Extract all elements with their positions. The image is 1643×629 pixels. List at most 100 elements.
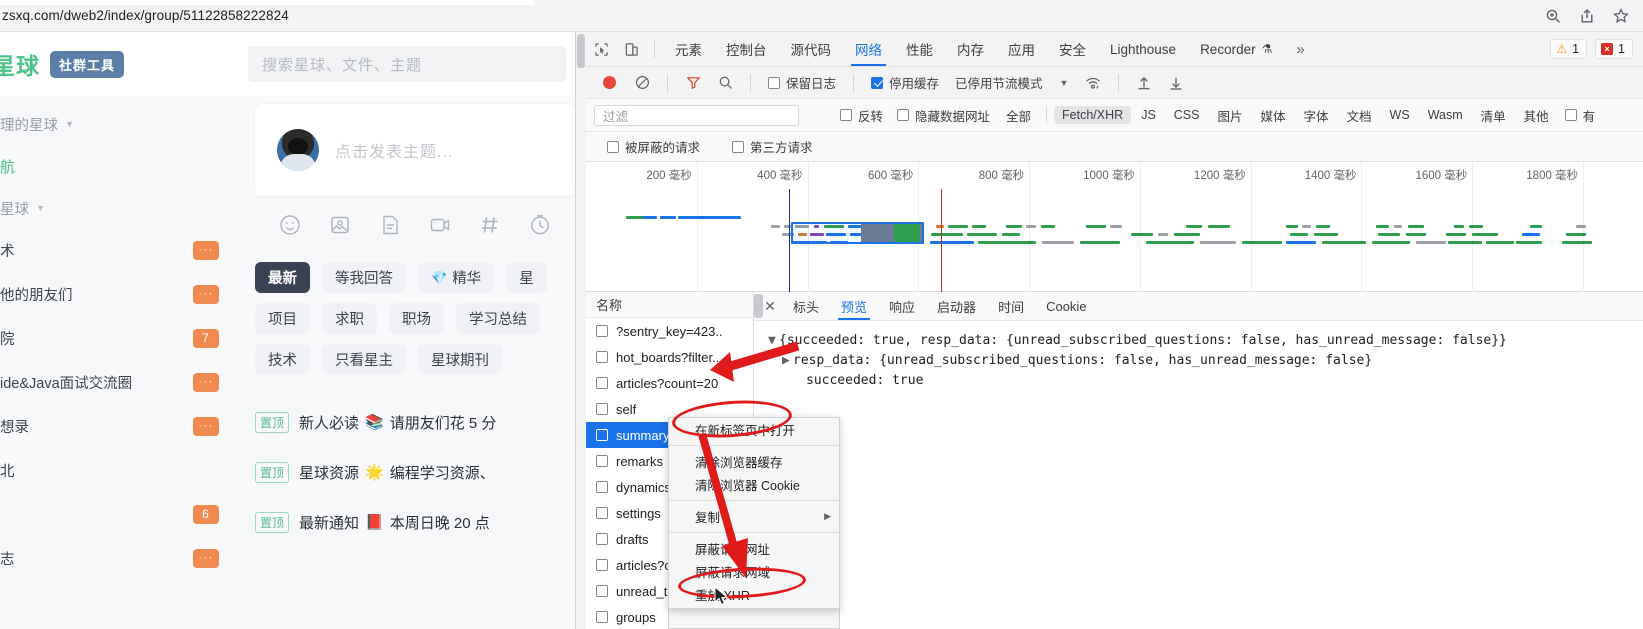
content-tab[interactable]: 最新 xyxy=(255,262,310,293)
export-har-icon[interactable] xyxy=(1161,69,1191,97)
network-filter-input[interactable]: 过滤 xyxy=(594,104,799,126)
sidebar-item[interactable]: 他的朋友们 ··· xyxy=(0,272,237,316)
search-icon[interactable] xyxy=(710,69,740,97)
content-tab[interactable]: 星 xyxy=(506,262,547,293)
bookmark-star-icon[interactable] xyxy=(1613,7,1629,24)
resource-type-filter[interactable]: JS xyxy=(1133,106,1164,124)
request-row[interactable]: hot_boards?filter.. xyxy=(586,344,753,370)
sidebar-group-title[interactable]: 理的星球 ▼ xyxy=(0,104,237,144)
has-blocked-checkbox[interactable]: 有 xyxy=(1558,106,1603,125)
resource-type-filter[interactable]: CSS xyxy=(1166,106,1208,124)
sidebar-item[interactable]: 术 ··· xyxy=(0,228,237,272)
context-menu-item[interactable]: 清除浏览器 Cookie xyxy=(669,473,839,496)
clock-icon[interactable] xyxy=(529,214,551,236)
post-list-item[interactable]: 置顶 星球资源 🌟 编程学习资源、 xyxy=(255,447,575,497)
resource-type-filter[interactable]: 文档 xyxy=(1339,104,1380,127)
devtools-tab[interactable]: 性能 xyxy=(894,32,945,66)
details-tab[interactable]: 响应 xyxy=(878,292,926,320)
import-har-icon[interactable] xyxy=(1129,69,1159,97)
sidebar-item-more-badge[interactable]: ··· xyxy=(193,548,219,568)
devtools-vertical-scrollbar[interactable] xyxy=(576,32,586,629)
throttling-select[interactable]: 已停用节流模式 xyxy=(948,73,1050,92)
invert-checkbox[interactable]: 反转 xyxy=(833,106,890,125)
request-checkbox[interactable] xyxy=(596,377,608,389)
details-tab[interactable]: Cookie xyxy=(1035,292,1097,320)
content-tab[interactable]: 求职 xyxy=(322,303,377,334)
hide-data-urls-checkbox[interactable]: 隐藏数据网址 xyxy=(890,106,997,125)
context-menu-item[interactable]: 复制 ▶ xyxy=(669,505,839,528)
file-icon[interactable] xyxy=(379,214,401,236)
request-checkbox[interactable] xyxy=(596,481,608,493)
sidebar-item[interactable]: 北 xyxy=(0,448,237,492)
content-tab[interactable]: 星球期刊 xyxy=(418,344,502,375)
request-checkbox[interactable] xyxy=(596,559,608,571)
post-list-item[interactable]: 置顶 新人必读 📚 请朋友们花 5 分 xyxy=(255,397,575,447)
sidebar-item[interactable]: 院7 xyxy=(0,316,237,360)
resource-type-filter[interactable]: 全部 xyxy=(998,104,1039,127)
request-checkbox[interactable] xyxy=(596,611,608,623)
details-tab[interactable]: 预览 xyxy=(830,292,878,320)
devtools-tab[interactable]: 控制台 xyxy=(714,32,779,66)
details-scrollbar-thumb[interactable] xyxy=(754,294,763,318)
resource-type-filter[interactable]: 媒体 xyxy=(1253,104,1294,127)
devtools-tab[interactable]: Lighthouse xyxy=(1098,32,1188,66)
request-checkbox[interactable] xyxy=(596,507,608,519)
sidebar-item-more-badge[interactable]: ··· xyxy=(193,372,219,392)
request-row[interactable]: articles?count=20 xyxy=(586,370,753,396)
clear-icon[interactable] xyxy=(627,69,657,97)
image-icon[interactable] xyxy=(329,214,351,236)
sidebar-item[interactable]: 想录 ··· xyxy=(0,404,237,448)
details-tab[interactable]: 启动器 xyxy=(926,292,987,320)
context-menu-item[interactable]: 清除浏览器缓存 xyxy=(669,450,839,473)
sidebar-item[interactable]: 志 ··· xyxy=(0,536,237,580)
chevron-down-icon[interactable]: ▼ xyxy=(1052,78,1077,88)
request-checkbox[interactable] xyxy=(596,455,608,467)
json-line-respdata[interactable]: ▶ resp_data: {unread_subscribed_questions… xyxy=(768,351,1643,371)
content-tab[interactable]: 职场 xyxy=(389,303,444,334)
sidebar-section-title[interactable]: 星球 ▼ xyxy=(0,188,237,228)
context-menu-item[interactable]: 屏蔽请求网址 xyxy=(669,537,839,560)
details-tab[interactable]: 时间 xyxy=(987,292,1035,320)
devtools-tab[interactable]: 网络 xyxy=(843,32,894,66)
collapse-triangle-icon[interactable]: ▶ xyxy=(782,351,793,371)
sidebar-item-more-badge[interactable]: ··· xyxy=(193,284,219,304)
resource-type-filter[interactable]: 图片 xyxy=(1209,104,1250,127)
context-menu-item[interactable]: 在新标签页中打开 xyxy=(669,418,839,441)
video-icon[interactable] xyxy=(429,214,451,236)
json-line-root[interactable]: ▼ {succeeded: true, resp_data: {unread_su… xyxy=(768,331,1643,351)
request-checkbox[interactable] xyxy=(596,429,608,441)
brand-badge[interactable]: 社群工具 xyxy=(50,50,125,78)
resource-type-filter[interactable]: Wasm xyxy=(1420,106,1471,124)
devtools-tab[interactable]: 源代码 xyxy=(779,32,844,66)
share-icon[interactable] xyxy=(1579,8,1595,24)
request-checkbox[interactable] xyxy=(596,325,608,337)
resource-type-filter[interactable]: 其他 xyxy=(1516,104,1557,127)
address-bar-url[interactable]: zsxq.com/dweb2/index/group/5112285822282… xyxy=(0,8,289,23)
sidebar-item-count-badge[interactable]: 7 xyxy=(193,328,219,348)
sidebar-item[interactable]: 6 xyxy=(0,492,237,536)
request-checkbox[interactable] xyxy=(596,403,608,415)
content-tab[interactable]: 学习总结 xyxy=(456,303,540,334)
sidebar-item[interactable]: ide&Java面试交流圈 ··· xyxy=(0,360,237,404)
inspect-element-icon[interactable] xyxy=(586,35,616,63)
resource-type-filter[interactable]: Fetch/XHR xyxy=(1054,106,1132,124)
more-tabs-button[interactable]: » xyxy=(1284,41,1316,58)
resource-type-filter[interactable]: WS xyxy=(1382,106,1418,124)
devtools-tab[interactable]: 安全 xyxy=(1047,32,1098,66)
resource-type-filter[interactable]: 清单 xyxy=(1473,104,1514,127)
warning-count-badge[interactable]: ⚠ 1 xyxy=(1550,39,1588,59)
emoji-icon[interactable] xyxy=(279,214,301,236)
content-tab[interactable]: 等我回答 xyxy=(322,262,406,293)
scrollbar-thumb[interactable] xyxy=(577,34,585,68)
devtools-tab[interactable]: 应用 xyxy=(996,32,1047,66)
hashtag-icon[interactable] xyxy=(479,214,501,236)
sidebar-nav-link[interactable]: 航 xyxy=(0,144,237,188)
site-search-input[interactable]: 搜索星球、文件、主题 xyxy=(248,46,566,82)
sidebar-item-more-badge[interactable]: ··· xyxy=(193,416,219,436)
expand-triangle-icon[interactable]: ▼ xyxy=(768,331,779,351)
details-tab[interactable]: 标头 xyxy=(782,292,830,320)
overview-selection-box[interactable] xyxy=(791,222,924,244)
preserve-log-checkbox[interactable]: 保留日志 xyxy=(761,73,843,92)
devtools-tab[interactable]: 元素 xyxy=(663,32,714,66)
content-tab[interactable]: 项目 xyxy=(255,303,310,334)
